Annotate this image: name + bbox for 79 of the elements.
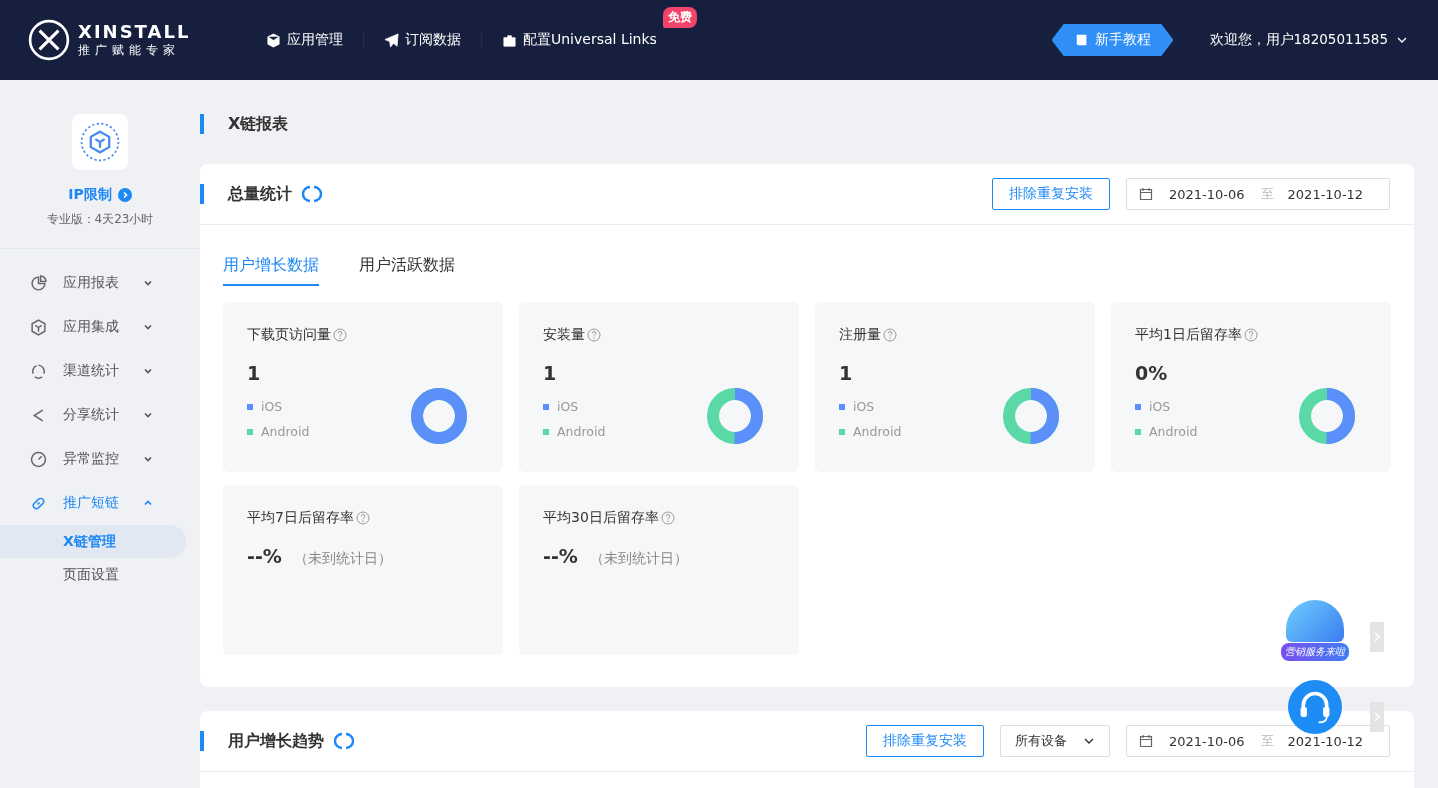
logo-name: XINSTALL xyxy=(78,21,191,42)
help-icon[interactable] xyxy=(883,328,897,342)
chevron-icon xyxy=(143,366,153,376)
hexagon-icon xyxy=(30,318,47,336)
cube-icon xyxy=(266,32,281,48)
dedupe-button[interactable]: 排除重复安装 xyxy=(866,725,984,757)
sidebar-item[interactable]: 异常监控 xyxy=(0,437,200,481)
section-title: 用户增长趋势 xyxy=(200,731,324,751)
briefcase-icon xyxy=(502,32,517,48)
book-icon xyxy=(1074,33,1089,47)
date-range-field[interactable]: 2021-10-06 至 2021-10-12 xyxy=(1126,178,1390,210)
section-title: 总量统计 xyxy=(200,184,292,204)
tab[interactable]: 用户活跃数据 xyxy=(359,255,455,286)
sidebar-item[interactable]: 应用集成 xyxy=(0,305,200,349)
calendar-icon xyxy=(1139,734,1153,748)
donut-chart xyxy=(707,388,763,444)
help-icon[interactable] xyxy=(1243,328,1258,342)
calendar-icon xyxy=(1139,187,1153,201)
legend-label: iOS xyxy=(853,399,875,414)
headset-icon[interactable] xyxy=(1288,680,1342,734)
stat-value: 1 xyxy=(543,362,557,384)
stat-label: 平均30日后留存率 xyxy=(543,509,659,527)
stat-label: 平均7日后留存率 xyxy=(247,509,354,527)
stat-note: （未到统计日） xyxy=(293,550,392,568)
pie-chart-icon xyxy=(30,274,47,292)
plan-detail: 专业版：4天23小时 xyxy=(46,211,154,228)
sidebar-item[interactable]: 分享统计 xyxy=(0,393,200,437)
arrow-circle-icon[interactable] xyxy=(117,188,132,202)
page-title: X链报表 xyxy=(200,114,1414,134)
sidebar-item[interactable]: 应用报表 xyxy=(0,261,200,305)
chevron-icon xyxy=(143,498,153,508)
free-badge: 免费 xyxy=(662,7,697,28)
logo-icon xyxy=(28,19,70,61)
tab[interactable]: 用户增长数据 xyxy=(223,255,319,286)
help-icon[interactable] xyxy=(355,511,370,525)
nav-link[interactable]: 订阅数据 xyxy=(364,31,482,49)
legend-label: iOS xyxy=(261,399,283,414)
legend-label: Android xyxy=(557,424,606,439)
help-icon[interactable] xyxy=(587,328,601,342)
sidebar-item[interactable]: 渠道统计 xyxy=(0,349,200,393)
sidebar-subitem[interactable]: 页面设置 xyxy=(0,558,186,591)
app-icon xyxy=(72,114,128,170)
stat-label: 注册量 xyxy=(839,326,881,344)
help-icon[interactable] xyxy=(660,511,675,525)
chevron-icon xyxy=(143,278,153,288)
gauge-icon xyxy=(30,450,47,468)
refresh-icon[interactable] xyxy=(302,184,322,204)
legend-label: Android xyxy=(261,424,310,439)
stat-value: --% xyxy=(247,545,282,567)
legend-label: iOS xyxy=(1149,399,1171,414)
donut-chart xyxy=(411,388,467,444)
chevron-icon xyxy=(143,454,153,464)
stat-value: 1 xyxy=(839,362,853,384)
plane-icon xyxy=(384,32,399,48)
donut-chart xyxy=(1299,388,1355,444)
logo-tagline: 推广赋能专家 xyxy=(78,42,181,59)
stat-label: 下载页访问量 xyxy=(247,326,331,344)
chevron-icon xyxy=(143,410,153,420)
donut-chart xyxy=(1003,388,1059,444)
legend-label: Android xyxy=(853,424,902,439)
collapse-tab-icon[interactable] xyxy=(1370,702,1384,732)
dedupe-button[interactable]: 排除重复安装 xyxy=(992,178,1110,210)
stat-value: 0% xyxy=(1135,362,1168,384)
nav-link[interactable]: 应用管理 xyxy=(246,31,364,49)
stat-value: 1 xyxy=(247,362,261,384)
stat-note: （未到统计日） xyxy=(589,550,688,568)
chevron-icon xyxy=(143,322,153,332)
legend-label: Android xyxy=(1149,424,1198,439)
device-select[interactable]: 所有设备 xyxy=(1000,725,1110,757)
promo-label[interactable]: 营销服务来啦 xyxy=(1281,643,1349,661)
help-icon[interactable] xyxy=(333,328,347,342)
legend-label: iOS xyxy=(557,399,579,414)
refresh-icon[interactable] xyxy=(334,731,354,751)
collapse-tab-icon[interactable] xyxy=(1370,622,1384,652)
stat-label: 平均1日后留存率 xyxy=(1135,326,1242,344)
stat-value: --% xyxy=(543,545,578,567)
stat-label: 安装量 xyxy=(543,326,585,344)
user-menu[interactable]: 欢迎您，用户18205011585 xyxy=(1209,31,1408,49)
cycle-icon xyxy=(30,362,47,380)
